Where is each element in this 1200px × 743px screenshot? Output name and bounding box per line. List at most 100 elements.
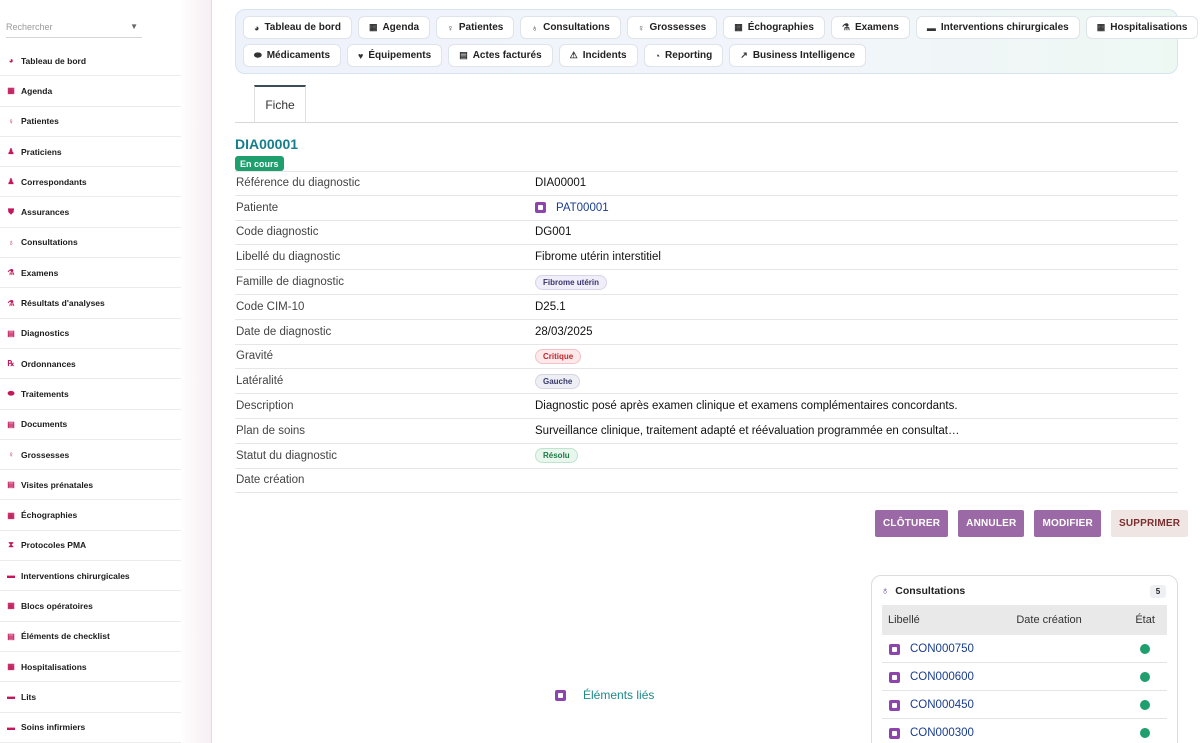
microscope-icon: ⚗ — [7, 268, 15, 278]
nav-button[interactable]: ◔ Reporting — [643, 44, 724, 67]
sidebar-nav: ◕ Tableau de bord ▦ Agenda ♀ Patientes ♟ Pratic… — [0, 46, 181, 743]
sidebar-item[interactable]: ▤ Diagnostics — [0, 319, 181, 349]
consultation-cell: CON000750 — [882, 642, 1123, 655]
nurse-icon: ▬ — [7, 722, 15, 732]
property-value: DIA00001 — [535, 177, 587, 190]
sidebar-item[interactable]: ▦ Blocs opératoires — [0, 591, 181, 622]
sidebar-item-label: Ordonnances — [21, 358, 76, 369]
sidebar-item[interactable]: ▬ Soins infirmiers — [0, 713, 181, 743]
sidebar-item[interactable]: ⧗ Protocoles PMA — [0, 531, 181, 562]
consultation-link[interactable]: CON000450 — [910, 699, 974, 711]
visit-icon: ▤ — [7, 480, 15, 490]
pregnancy-icon: ♀ — [637, 22, 645, 33]
nav-button[interactable]: ⚗ Examens — [830, 16, 910, 39]
sidebar-item[interactable]: ▤ Visites prénatales — [0, 470, 181, 501]
nav-button[interactable]: ▦ Hospitalisations — [1085, 16, 1199, 39]
sidebar-item[interactable]: ⚗ Examens — [0, 258, 181, 289]
nav-button[interactable]: ▦ Échographies — [723, 16, 825, 39]
status-dot-icon — [1140, 699, 1151, 710]
linked-items-link[interactable]: Éléments liés — [555, 688, 654, 702]
nav-button[interactable]: ♥ Équipements — [347, 44, 443, 67]
nav-button[interactable]: ♁ Consultations — [520, 16, 621, 39]
sidebar-item[interactable]: ▤ Documents — [0, 410, 181, 440]
table-row[interactable]: CON000600 — [882, 663, 1167, 691]
sidebar-item[interactable]: ◕ Tableau de bord — [0, 46, 181, 77]
state-cell — [1123, 699, 1167, 710]
property-row: Statut du diagnostic Résolu — [235, 444, 1178, 469]
calendar-icon: ▦ — [7, 86, 15, 96]
column-header-label[interactable]: Libellé — [882, 614, 1016, 626]
sidebar-item-label: Correspondants — [21, 176, 87, 187]
sidebar-item[interactable]: ⚗ Résultats d'analyses — [0, 288, 181, 319]
table-row[interactable]: CON000300 — [882, 719, 1167, 743]
nav-button-label: Grossesses — [649, 22, 707, 33]
clipboard-icon: ▤ — [7, 328, 15, 338]
female-icon: ♀ — [8, 116, 14, 126]
sidebar-item[interactable]: ♀ Grossesses — [0, 440, 181, 471]
property-value: Surveillance clinique, traitement adapté… — [535, 424, 960, 437]
nav-button[interactable]: ↗ Business Intelligence — [729, 44, 867, 67]
close-record-button[interactable]: CLÔTURER — [875, 510, 949, 537]
column-header-state[interactable]: État — [1123, 614, 1167, 626]
status-dot-icon — [1140, 727, 1151, 738]
sidebar-item-label: Blocs opératoires — [21, 600, 93, 611]
nav-button[interactable]: ♀ Patientes — [436, 16, 515, 39]
nav-button[interactable]: ⚠ Incidents — [558, 44, 638, 67]
sidebar-item-label: Patientes — [21, 116, 59, 127]
sidebar-item[interactable]: ▦ Échographies — [0, 500, 181, 531]
nav-button[interactable]: ▦ Agenda — [357, 16, 431, 39]
sidebar-item[interactable]: ▬ Interventions chirurgicales — [0, 561, 181, 592]
sidebar-item[interactable]: ♁ Consultations — [0, 228, 181, 259]
nav-button-label: Hospitalisations — [1110, 22, 1188, 33]
patient-icon — [535, 202, 546, 214]
property-row: Date création — [235, 469, 1178, 494]
hospital-icon: ▦ — [7, 662, 15, 672]
sidebar-item[interactable]: ▬ Lits — [0, 682, 181, 713]
sidebar-item[interactable]: ⬬ Traitements — [0, 379, 181, 410]
cancel-record-button[interactable]: ANNULER — [958, 510, 1025, 537]
sidebar-item-label: Traitements — [21, 388, 69, 399]
sidebar-item[interactable]: ♀ Patientes — [0, 107, 181, 137]
value-chip: Gauche — [535, 373, 581, 389]
nav-button[interactable]: ⬬ Médicaments — [243, 44, 342, 67]
chevron-down-icon[interactable]: ▼ — [130, 22, 138, 31]
pregnancy-icon: ♀ — [8, 450, 14, 459]
sidebar-item-label: Assurances — [21, 207, 70, 218]
nav-button[interactable]: ▬ Interventions chirurgicales — [915, 16, 1080, 39]
sidebar-item[interactable]: ▤ Éléments de checklist — [0, 622, 181, 652]
nav-button-label: Incidents — [582, 50, 627, 61]
sidebar-item[interactable]: ℞ Ordonnances — [0, 349, 181, 380]
table-row[interactable]: CON000750 — [882, 635, 1167, 663]
edit-button[interactable]: MODIFIER — [1034, 510, 1101, 537]
consultation-link[interactable]: CON000750 — [910, 643, 974, 655]
tab-fiche[interactable]: Fiche — [254, 85, 306, 122]
table-row[interactable]: CON000450 — [882, 691, 1167, 719]
sidebar-item[interactable]: ⛊ Assurances — [0, 197, 181, 228]
warning-icon: ⚠ — [569, 50, 578, 60]
property-value: Fibrome utérin — [535, 274, 608, 290]
nav-button[interactable]: ◕ Tableau de bord — [243, 16, 352, 39]
column-header-date[interactable]: Date création — [1016, 614, 1123, 626]
sidebar-item[interactable]: ▦ Hospitalisations — [0, 652, 181, 683]
sidebar-item[interactable]: ♟ Praticiens — [0, 137, 181, 168]
stethoscope-icon: ♁ — [881, 584, 890, 597]
consultation-link[interactable]: CON000300 — [910, 727, 974, 739]
consultation-icon — [889, 644, 900, 655]
operating-room-icon: ▦ — [7, 601, 15, 611]
sidebar-item[interactable]: ♟ Correspondants — [0, 167, 181, 198]
sidebar-item[interactable]: ▦ Agenda — [0, 76, 181, 107]
top-nav-row-2: ⬬ Médicaments ♥ Équipements ▤ Actes facturés ⚠… — [243, 44, 1170, 67]
status-badge: En cours — [235, 156, 284, 171]
nav-button[interactable]: ▤ Actes facturés — [448, 44, 553, 67]
state-cell — [1123, 671, 1167, 682]
nav-button[interactable]: ♀ Grossesses — [626, 16, 718, 39]
consultation-link[interactable]: CON000600 — [910, 671, 974, 683]
property-label: Patiente — [236, 201, 279, 214]
nav-button-label: Tableau de bord — [264, 22, 341, 33]
patient-link[interactable]: PAT00001 — [556, 202, 609, 214]
search-select[interactable]: Rechercher ▼ — [6, 16, 142, 38]
stethoscope-icon: ♁ — [8, 237, 14, 247]
consultation-cell: CON000300 — [882, 726, 1123, 739]
delete-button[interactable]: SUPPRIMER — [1110, 510, 1189, 537]
nav-button-label: Interventions chirurgicales — [940, 22, 1069, 33]
